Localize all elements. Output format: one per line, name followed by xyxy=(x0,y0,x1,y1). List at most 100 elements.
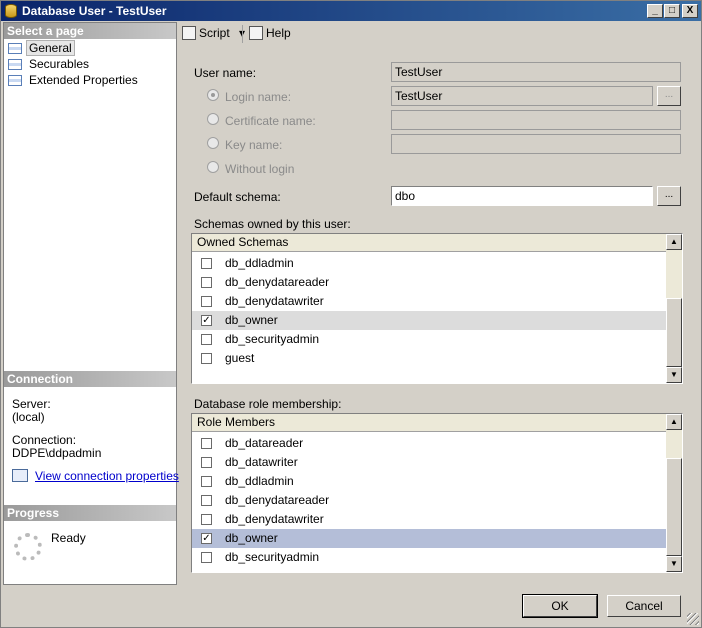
window-title: Database User - TestUser xyxy=(22,4,167,18)
toolbar-separator xyxy=(242,25,243,43)
row-label: db_datareader xyxy=(225,436,304,450)
row-label: db_denydatawriter xyxy=(225,512,324,526)
checkbox[interactable] xyxy=(201,296,212,307)
scroll-down-icon[interactable]: ▼ xyxy=(666,367,682,383)
title-bar[interactable]: Database User - TestUser _ □ X xyxy=(1,1,701,21)
close-button[interactable]: X xyxy=(682,4,698,18)
role-members-list[interactable]: Role Members db_datareader db_datawriter… xyxy=(191,413,683,573)
checkbox[interactable] xyxy=(201,514,212,525)
login-name-label: Login name: xyxy=(225,90,292,104)
page-icon xyxy=(8,59,22,70)
list-item[interactable]: db_denydatareader xyxy=(192,491,666,510)
progress-header: Progress xyxy=(4,505,176,521)
key-name-radio[interactable] xyxy=(207,137,219,149)
connection-properties-icon xyxy=(12,469,28,482)
checkbox[interactable] xyxy=(201,495,212,506)
scroll-up-icon[interactable]: ▲ xyxy=(666,234,682,250)
row-label: db_denydatawriter xyxy=(225,294,324,308)
list-item[interactable]: db_securityadmin xyxy=(192,548,666,567)
list-item[interactable]: db_denydatawriter xyxy=(192,292,666,311)
checkbox[interactable] xyxy=(201,476,212,487)
page-item-securables[interactable]: Securables xyxy=(8,56,92,72)
help-icon xyxy=(249,26,263,40)
key-name-field[interactable] xyxy=(391,134,681,154)
progress-status: Ready xyxy=(51,531,86,545)
progress-spinner-icon xyxy=(14,533,42,561)
cancel-button[interactable]: Cancel xyxy=(607,595,681,617)
scroll-thumb[interactable] xyxy=(666,458,682,556)
help-label: Help xyxy=(266,26,291,40)
row-label: db_securityadmin xyxy=(225,332,320,346)
minimize-button[interactable]: _ xyxy=(647,4,663,18)
checkbox[interactable] xyxy=(201,457,212,468)
help-button[interactable]: Help xyxy=(249,26,291,40)
list-item[interactable]: guest xyxy=(192,349,666,368)
default-schema-browse-button[interactable]: ... xyxy=(657,186,681,206)
list-item[interactable]: db_ddladmin xyxy=(192,254,666,273)
checkbox[interactable] xyxy=(201,438,212,449)
list-item[interactable]: ✓ db_owner xyxy=(192,311,666,330)
list-item[interactable]: db_ddladmin xyxy=(192,472,666,491)
owned-schemas-header[interactable]: Owned Schemas xyxy=(192,234,666,252)
certificate-name-label: Certificate name: xyxy=(225,114,316,128)
left-pane: Select a page General Securables Extende… xyxy=(3,22,179,585)
scroll-down-icon[interactable]: ▼ xyxy=(666,556,682,572)
row-label: db_ddladmin xyxy=(225,256,294,270)
connection-header: Connection xyxy=(4,371,176,387)
maximize-button[interactable]: □ xyxy=(664,4,680,18)
toolbar: Script ▾ Help xyxy=(179,22,701,46)
script-label: Script xyxy=(199,26,230,40)
page-label: Extended Properties xyxy=(29,73,138,87)
page-label: General xyxy=(26,40,75,56)
checkbox[interactable] xyxy=(201,258,212,269)
page-icon xyxy=(8,75,22,86)
list-item[interactable]: db_denydatareader xyxy=(192,273,666,292)
role-members-scrollbar[interactable]: ▲ ▼ xyxy=(666,414,682,572)
row-label: db_denydatareader xyxy=(225,493,330,507)
dialog-window: Database User - TestUser _ □ X Select a … xyxy=(0,0,702,628)
checkbox[interactable] xyxy=(201,277,212,288)
list-item[interactable]: db_datawriter xyxy=(192,453,666,472)
checkbox[interactable] xyxy=(201,353,212,364)
role-membership-label: Database role membership: xyxy=(194,397,342,411)
checkbox[interactable] xyxy=(201,334,212,345)
list-item[interactable]: db_datareader xyxy=(192,434,666,453)
certificate-name-field[interactable] xyxy=(391,110,681,130)
login-name-field[interactable]: TestUser xyxy=(391,86,653,106)
user-name-field[interactable]: TestUser xyxy=(391,62,681,82)
owned-schemas-list[interactable]: Owned Schemas db_ddladmin db_denydatarea… xyxy=(191,233,683,384)
row-label: guest xyxy=(225,351,255,365)
list-item[interactable]: ✓ db_owner xyxy=(192,529,666,548)
list-item[interactable]: db_securityadmin xyxy=(192,330,666,349)
view-connection-properties-link[interactable]: View connection properties xyxy=(35,469,179,483)
user-name-label: User name: xyxy=(194,66,257,80)
login-name-browse-button[interactable]: ... xyxy=(657,86,681,106)
server-label: Server: xyxy=(12,397,51,411)
checkbox[interactable] xyxy=(201,552,212,563)
login-name-radio[interactable] xyxy=(207,89,219,101)
checkbox[interactable]: ✓ xyxy=(201,315,212,326)
scroll-thumb[interactable] xyxy=(666,298,682,367)
default-schema-field[interactable]: dbo xyxy=(391,186,653,206)
connection-label: Connection: xyxy=(12,433,77,447)
script-button[interactable]: Script ▾ xyxy=(182,26,245,40)
list-item[interactable]: db_denydatawriter xyxy=(192,510,666,529)
row-label: db_ddladmin xyxy=(225,474,294,488)
select-page-header: Select a page xyxy=(4,23,176,39)
page-item-extended-properties[interactable]: Extended Properties xyxy=(8,72,141,88)
scroll-up-icon[interactable]: ▲ xyxy=(666,414,682,430)
database-icon xyxy=(5,4,17,18)
ok-button[interactable]: OK xyxy=(522,594,598,618)
certificate-name-radio[interactable] xyxy=(207,113,219,125)
without-login-label: Without login xyxy=(225,162,295,176)
row-label: db_owner xyxy=(225,531,278,545)
default-schema-label: Default schema: xyxy=(194,190,281,204)
owned-schemas-scrollbar[interactable]: ▲ ▼ xyxy=(666,234,682,383)
checkbox[interactable]: ✓ xyxy=(201,533,212,544)
row-label: db_denydatareader xyxy=(225,275,330,289)
page-item-general[interactable]: General xyxy=(8,40,75,56)
without-login-radio[interactable] xyxy=(207,161,219,173)
role-members-header[interactable]: Role Members xyxy=(192,414,666,432)
connection-value: DDPE\ddpadmin xyxy=(12,446,102,460)
resize-grip-icon[interactable] xyxy=(687,613,699,625)
